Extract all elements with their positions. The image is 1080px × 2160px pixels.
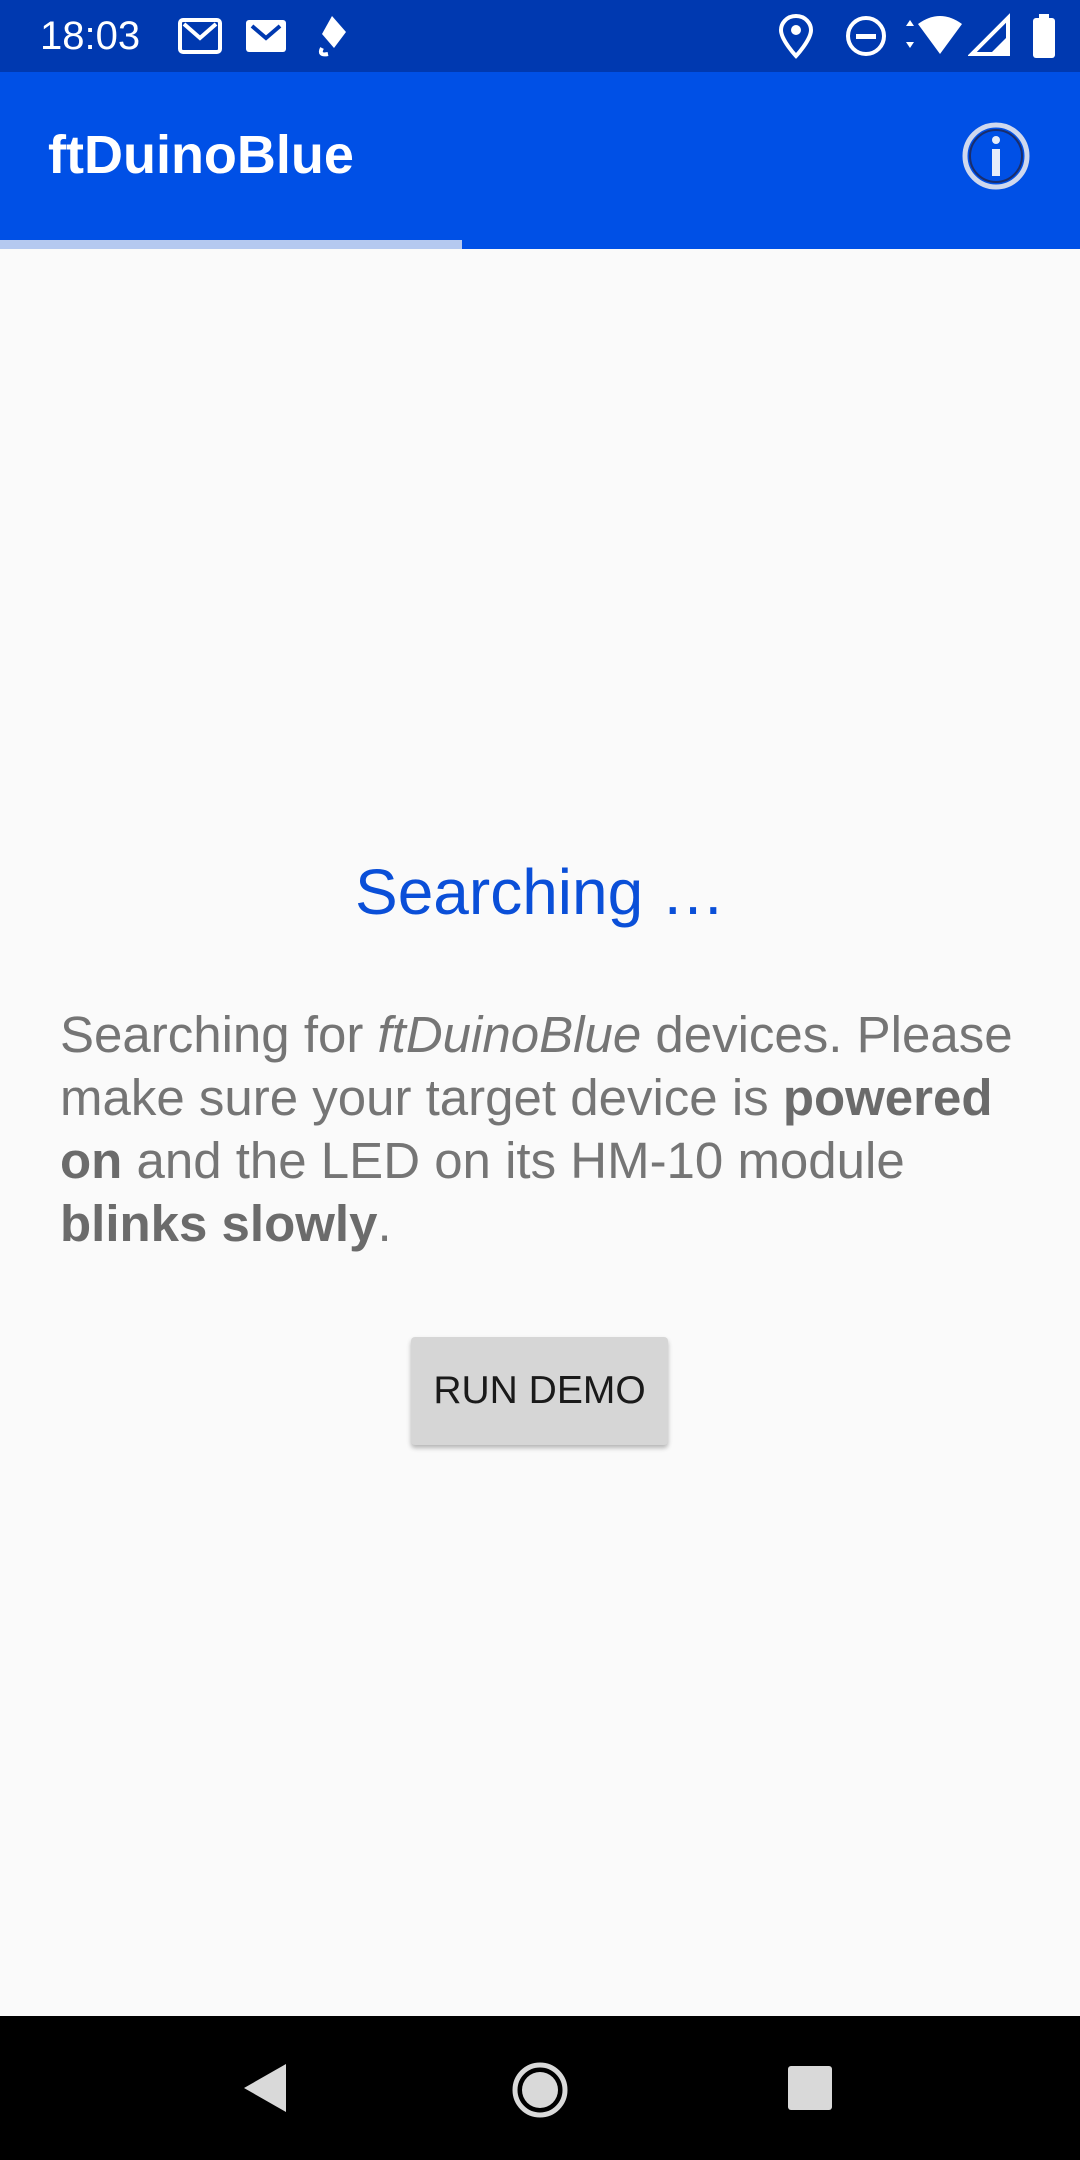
pen-icon: [318, 16, 346, 57]
do-not-disturb-icon: [846, 16, 886, 56]
search-progress-bar: [0, 240, 1080, 249]
run-demo-button[interactable]: RUN DEMO: [411, 1337, 668, 1445]
back-icon[interactable]: [240, 2062, 292, 2114]
battery-icon: [1033, 14, 1055, 58]
home-icon[interactable]: [510, 2060, 570, 2120]
search-instructions: Searching for ftDuinoBlue devices. Pleas…: [60, 1006, 1013, 1252]
wifi-icon: [906, 16, 962, 54]
info-icon[interactable]: [960, 120, 1032, 192]
app-bar: ftDuinoBlue: [0, 72, 1080, 240]
status-time: 18:03: [40, 14, 141, 58]
recents-icon[interactable]: [786, 2064, 834, 2112]
app-title: ftDuinoBlue: [48, 125, 354, 185]
gmail-icon: [178, 18, 222, 54]
progress-indicator: [0, 240, 462, 249]
searching-heading: Searching …: [355, 856, 725, 928]
location-icon: [778, 13, 814, 59]
gmail-icon: [246, 20, 286, 52]
signal-icon: [968, 13, 1010, 56]
navigation-bar: [0, 2016, 1080, 2160]
status-bar: 18:03: [0, 0, 1080, 72]
